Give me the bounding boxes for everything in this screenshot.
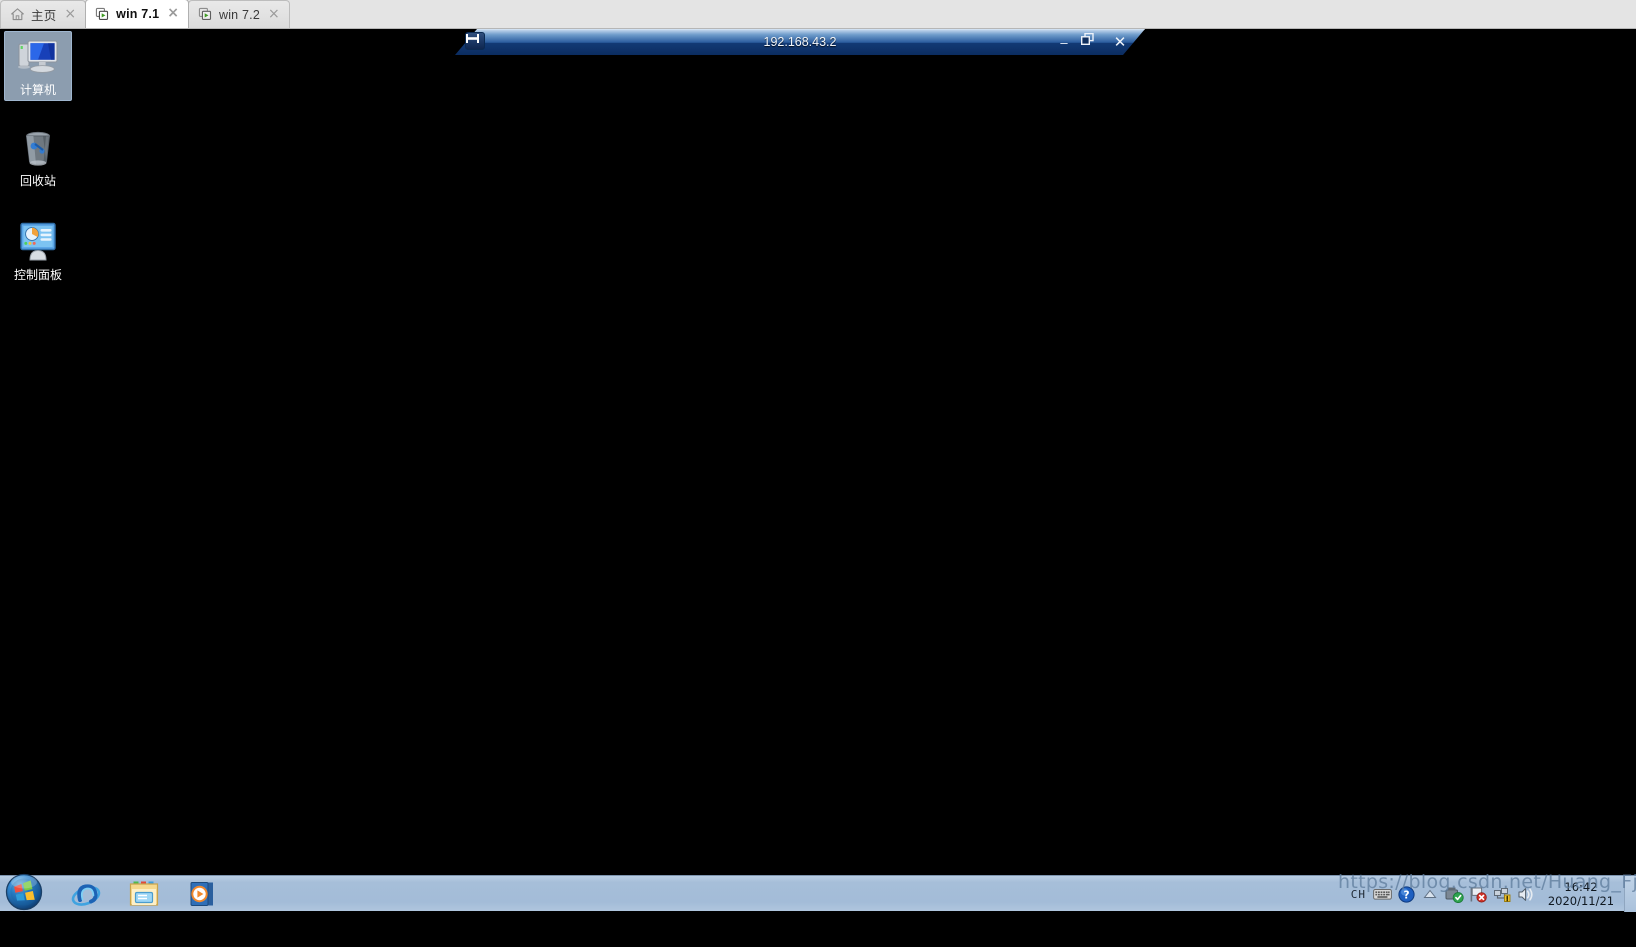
- tab-label: win 7.1: [116, 7, 160, 21]
- tab-win-7-2[interactable]: win 7.2 ×: [187, 0, 290, 28]
- taskbar-windows-explorer[interactable]: [128, 878, 160, 910]
- taskbar-internet-explorer[interactable]: [70, 878, 102, 910]
- tab-close-button[interactable]: ×: [165, 6, 181, 22]
- desktop-icon-label: 计算机: [19, 83, 56, 97]
- computer-icon: [15, 36, 61, 80]
- browser-tab-bar: 主页 × win 7.1 × win 7.2 ×: [0, 0, 1636, 29]
- windows-taskbar: CH ? 16:42 2020/11/21: [0, 872, 1636, 912]
- start-button[interactable]: [4, 872, 44, 912]
- clock-date: 2020/11/21: [1547, 894, 1615, 908]
- control-panel-icon: [15, 221, 61, 265]
- screen: 主页 × win 7.1 × win 7.2 × 192.168.43.2 – …: [0, 0, 1636, 947]
- desktop-icon-recycle-bin[interactable]: 回收站: [4, 123, 72, 191]
- remote-desktop-surface[interactable]: 192.168.43.2 – ✕ 计算机 回收站 控制面板 CH ? 16:42…: [0, 29, 1636, 912]
- network-icon[interactable]: [1490, 877, 1514, 911]
- recycle-bin-icon: [15, 127, 61, 171]
- pin-glyph: [466, 34, 479, 43]
- virtual-machine-icon: [198, 7, 213, 22]
- svg-text:?: ?: [1403, 889, 1409, 901]
- desktop-icon-label: 回收站: [19, 174, 56, 188]
- keyboard-icon[interactable]: [1370, 877, 1394, 911]
- tab-home[interactable]: 主页 ×: [0, 0, 87, 28]
- show-desktop-button[interactable]: [1624, 876, 1636, 912]
- folder-icon: [129, 881, 159, 906]
- tab-label: win 7.2: [218, 7, 260, 22]
- virtual-machine-icon: [95, 7, 110, 22]
- system-tray: CH ? 16:42 2020/11/21: [1347, 876, 1636, 912]
- taskbar-clock[interactable]: 16:42 2020/11/21: [1538, 876, 1624, 912]
- tab-close-button[interactable]: ×: [62, 7, 78, 23]
- tab-close-button[interactable]: ×: [266, 7, 282, 23]
- action-center-flag-icon[interactable]: [1466, 877, 1490, 911]
- internet-explorer-icon: [71, 884, 101, 906]
- tab-win-7-1[interactable]: win 7.1 ×: [85, 0, 189, 28]
- volume-icon[interactable]: [1514, 877, 1538, 911]
- taskbar-windows-media-player[interactable]: [186, 878, 218, 910]
- media-player-icon: [190, 882, 213, 906]
- desktop-icon-label: 控制面板: [13, 268, 62, 282]
- show-hidden-icons-icon[interactable]: [1418, 877, 1442, 911]
- desktop-icon-computer[interactable]: 计算机: [4, 31, 72, 101]
- close-button[interactable]: ✕: [1109, 33, 1131, 51]
- title-bar-shape: [455, 29, 1145, 55]
- help-icon[interactable]: ?: [1394, 877, 1418, 911]
- tab-label: 主页: [31, 9, 57, 23]
- remote-connection-title-bar: 192.168.43.2 – ✕: [455, 29, 1145, 55]
- desktop-icon-control-panel[interactable]: 控制面板: [4, 217, 72, 285]
- clock-time: 16:42: [1564, 880, 1598, 894]
- pin-icon[interactable]: [465, 32, 485, 50]
- windows-logo-icon: [5, 873, 43, 911]
- language-indicator[interactable]: CH: [1347, 888, 1370, 901]
- restore-icon: [1081, 33, 1094, 45]
- home-icon: [10, 7, 25, 22]
- minimize-button[interactable]: –: [1053, 33, 1075, 51]
- removable-media-icon[interactable]: [1442, 877, 1466, 911]
- restore-button[interactable]: [1081, 33, 1103, 51]
